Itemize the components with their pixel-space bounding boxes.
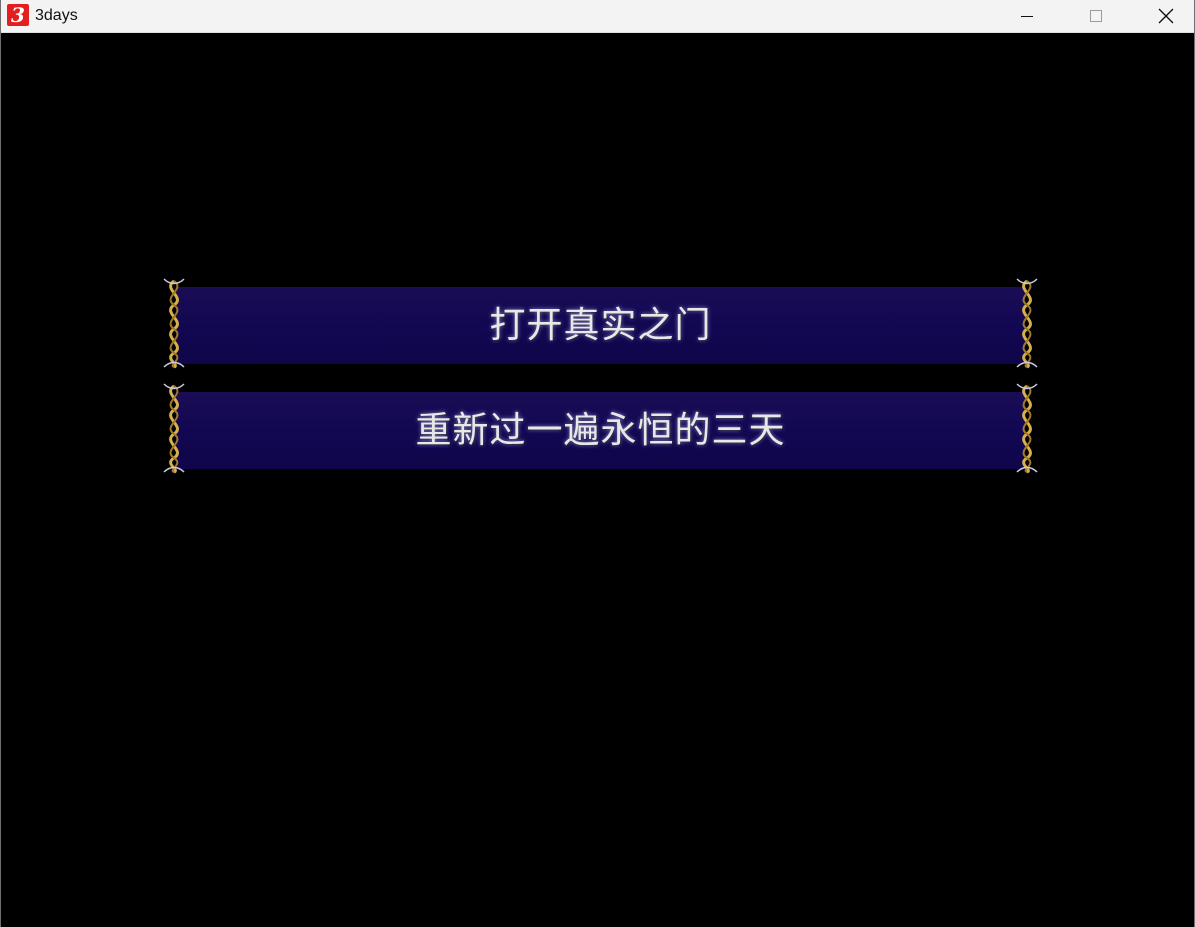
- game-window: 3 3days 打开真实之门 重新过一遍永恒的三天: [0, 0, 1195, 927]
- app-icon: 3: [7, 4, 29, 26]
- menu-option-open-door[interactable]: 打开真实之门: [156, 275, 1045, 371]
- title-bar[interactable]: 3 3days: [1, 0, 1194, 33]
- menu-option-label: 打开真实之门: [489, 305, 712, 346]
- minimize-button[interactable]: [1004, 0, 1050, 32]
- close-button[interactable]: [1143, 0, 1189, 32]
- window-title: 3days: [35, 7, 78, 24]
- game-canvas: 打开真实之门 重新过一遍永恒的三天: [1, 33, 1194, 927]
- menu-option-label: 重新过一遍永恒的三天: [415, 410, 786, 451]
- maximize-icon: [1090, 10, 1102, 22]
- maximize-button[interactable]: [1073, 0, 1119, 32]
- menu-option-replay-three-days[interactable]: 重新过一遍永恒的三天: [156, 380, 1045, 476]
- close-icon: [1158, 8, 1174, 24]
- minimize-icon: [1021, 15, 1033, 17]
